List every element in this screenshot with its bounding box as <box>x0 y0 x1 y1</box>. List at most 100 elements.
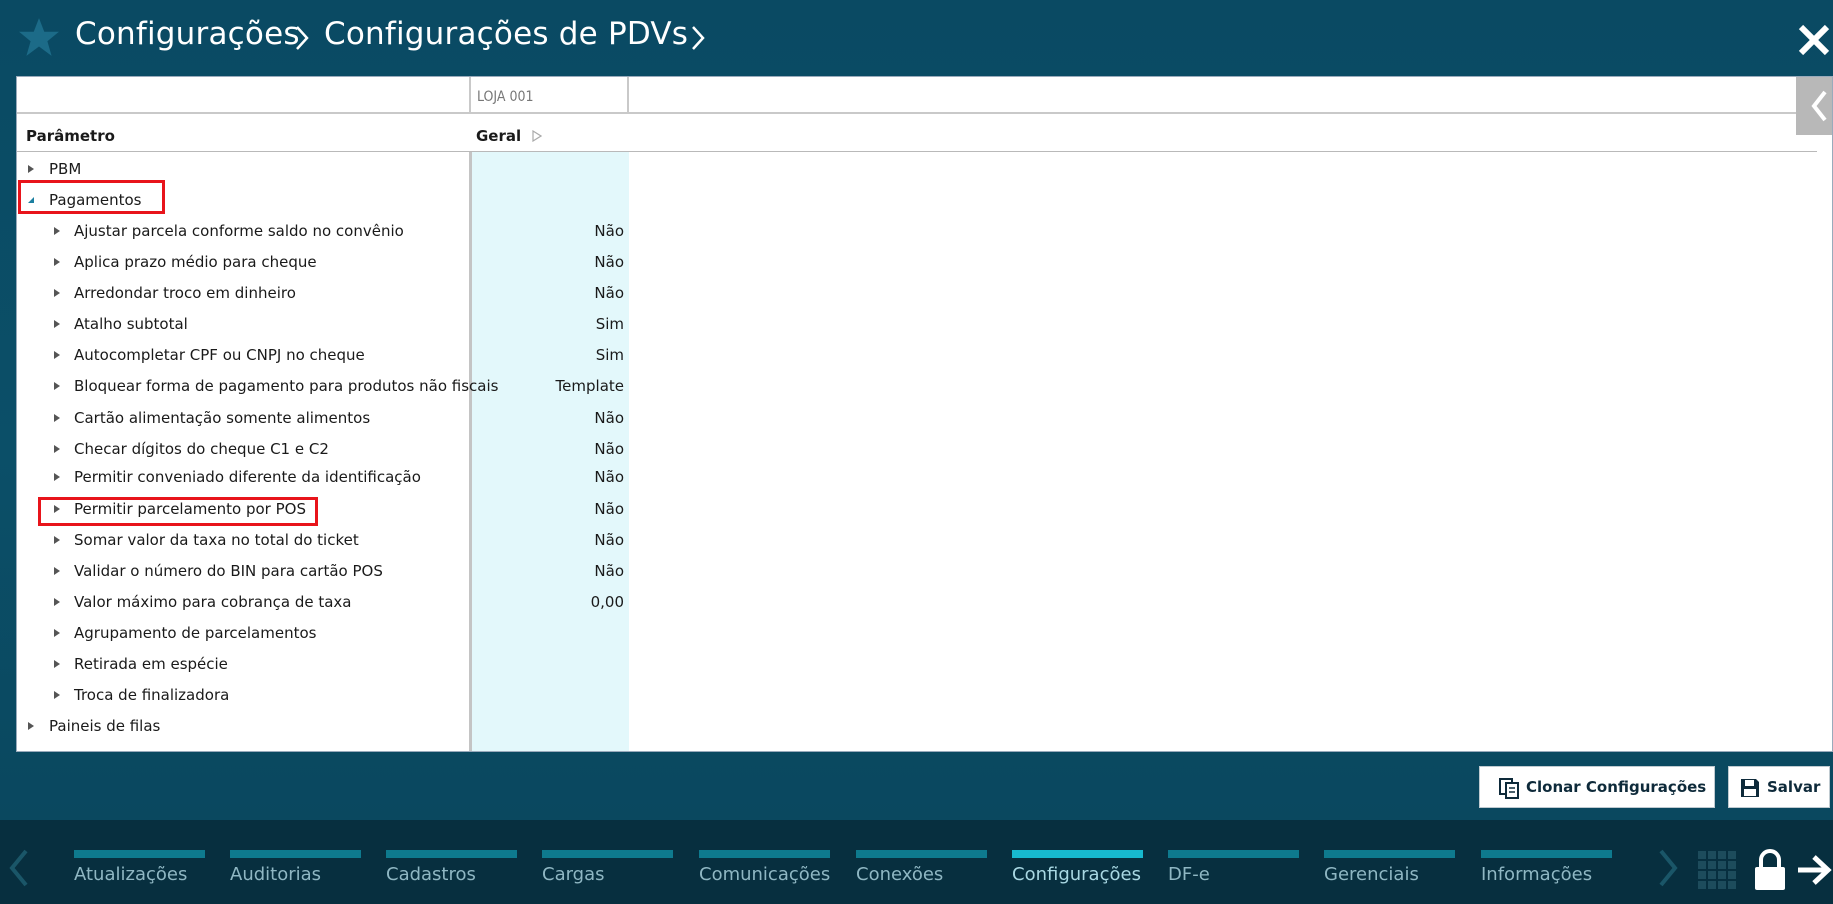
nav-bar <box>542 850 673 858</box>
nav-label: Comunicações <box>699 864 831 885</box>
clone-configurations-button[interactable]: Clonar Configurações <box>1479 766 1715 808</box>
nav-label: Conexões <box>856 864 944 885</box>
expand-arrow-icon[interactable] <box>53 319 61 329</box>
apps-grid-icon[interactable] <box>1697 850 1737 890</box>
tree-row[interactable]: Agrupamento de parcelamentos <box>17 620 629 646</box>
param-label: Checar dígitos do cheque C1 e C2 <box>74 440 329 458</box>
nav-item-cargas[interactable]: Cargas <box>542 828 673 888</box>
nav-item-dfe[interactable]: DF-e <box>1168 828 1299 888</box>
star-icon[interactable] <box>18 16 60 58</box>
nav-item-conexoes[interactable]: Conexões <box>856 828 987 888</box>
nav-next-icon[interactable] <box>1655 848 1681 888</box>
nav-item-configuracoes[interactable]: Configurações <box>1012 828 1143 888</box>
param-label: Somar valor da taxa no total do ticket <box>74 531 359 549</box>
param-value[interactable]: Não <box>594 500 624 518</box>
param-value[interactable]: Template <box>556 377 624 395</box>
param-value[interactable]: Não <box>594 440 624 458</box>
nav-item-gerenciais[interactable]: Gerenciais <box>1324 828 1455 888</box>
nav-bar <box>1168 850 1299 858</box>
param-value[interactable]: 0,00 <box>591 593 624 611</box>
param-value[interactable]: Não <box>594 531 624 549</box>
nav-label: Atualizações <box>74 864 188 885</box>
expand-arrow-icon[interactable] <box>53 659 61 669</box>
param-value[interactable]: Sim <box>596 315 624 333</box>
save-button-label: Salvar <box>1767 778 1821 796</box>
chevron-right-icon[interactable] <box>688 24 708 52</box>
expand-arrow-icon[interactable] <box>53 535 61 545</box>
page-title: Configurações de PDVs <box>324 16 689 52</box>
param-value[interactable]: Não <box>594 409 624 427</box>
nav-bar <box>1324 850 1455 858</box>
tree-group-label: PBM <box>49 160 82 178</box>
nav-item-atualizacoes[interactable]: Atualizações <box>74 828 205 888</box>
nav-item-comunicacoes[interactable]: Comunicações <box>699 828 830 888</box>
tree-row[interactable]: Permitir conveniado diferente da identif… <box>17 464 629 490</box>
nav-bar <box>74 850 205 858</box>
tree-row[interactable]: Validar o número do BIN para cartão POS … <box>17 558 629 584</box>
tree-row[interactable]: Checar dígitos do cheque C1 e C2 Não <box>17 436 629 462</box>
param-value[interactable]: Sim <box>596 346 624 364</box>
nav-label: Configurações <box>1012 864 1141 885</box>
tree-row[interactable]: Troca de finalizadora <box>17 682 629 708</box>
nav-bar-active <box>1012 850 1143 858</box>
breadcrumb-configuracoes[interactable]: Configurações <box>75 16 300 52</box>
param-label: Troca de finalizadora <box>74 686 230 704</box>
expand-arrow-icon[interactable] <box>53 381 61 391</box>
expand-arrow-icon[interactable] <box>53 350 61 360</box>
param-label: Aplica prazo médio para cheque <box>74 253 317 271</box>
config-grid: LOJA 001 Parâmetro Geral PBM Pagamentos … <box>16 76 1833 752</box>
param-value[interactable]: Não <box>594 222 624 240</box>
param-value[interactable]: Não <box>594 253 624 271</box>
param-label: Agrupamento de parcelamentos <box>74 624 317 642</box>
tree-group-paineis-de-filas[interactable]: Paineis de filas <box>17 713 629 739</box>
clone-button-label: Clonar Configurações <box>1526 778 1707 796</box>
tree-group-pbm[interactable]: PBM <box>17 156 629 182</box>
expand-arrow-icon[interactable] <box>53 566 61 576</box>
tree-row[interactable]: Cartão alimentação somente alimentos Não <box>17 405 629 431</box>
tree-row[interactable]: Aplica prazo médio para cheque Não <box>17 249 629 275</box>
param-value[interactable]: Não <box>594 468 624 486</box>
nav-bar <box>386 850 517 858</box>
expand-arrow-icon[interactable] <box>53 413 61 423</box>
expand-arrow-icon[interactable] <box>53 288 61 298</box>
chevron-right-icon <box>296 26 309 50</box>
param-value[interactable]: Não <box>594 284 624 302</box>
expand-arrow-icon[interactable] <box>27 164 35 174</box>
tree-row[interactable]: Valor máximo para cobrança de taxa 0,00 <box>17 589 629 615</box>
column-header-row: Parâmetro Geral <box>17 116 1817 152</box>
param-label: Valor máximo para cobrança de taxa <box>74 593 352 611</box>
column-header-geral[interactable]: Geral <box>476 127 521 145</box>
nav-item-informacoes[interactable]: Informações <box>1481 828 1612 888</box>
save-button[interactable]: Salvar <box>1728 766 1830 808</box>
caret-right-icon[interactable] <box>532 130 542 142</box>
nav-item-auditorias[interactable]: Auditorias <box>230 828 361 888</box>
nav-item-cadastros[interactable]: Cadastros <box>386 828 517 888</box>
tree-row[interactable]: Autocompletar CPF ou CNPJ no cheque Sim <box>17 342 629 368</box>
expand-arrow-icon[interactable] <box>53 597 61 607</box>
param-label: Arredondar troco em dinheiro <box>74 284 296 302</box>
expand-arrow-icon[interactable] <box>53 690 61 700</box>
nav-label: Auditorias <box>230 864 322 885</box>
tree-row[interactable]: Somar valor da taxa no total do ticket N… <box>17 527 629 553</box>
tree-row[interactable]: Retirada em espécie <box>17 651 629 677</box>
param-value[interactable]: Não <box>594 562 624 580</box>
expand-arrow-icon[interactable] <box>27 721 35 731</box>
param-label: Atalho subtotal <box>74 315 188 333</box>
expand-arrow-icon[interactable] <box>53 628 61 638</box>
column-header-parametro[interactable]: Parâmetro <box>26 127 115 145</box>
logout-arrow-icon[interactable] <box>1796 852 1833 888</box>
tree-row[interactable]: Bloquear forma de pagamento para produto… <box>17 373 629 399</box>
close-icon[interactable] <box>1796 22 1832 58</box>
tree-row[interactable]: Atalho subtotal Sim <box>17 311 629 337</box>
param-label: Retirada em espécie <box>74 655 228 673</box>
tree-row[interactable]: Ajustar parcela conforme saldo no convên… <box>17 218 629 244</box>
expand-arrow-icon[interactable] <box>53 257 61 267</box>
expand-arrow-icon[interactable] <box>53 226 61 236</box>
expand-arrow-icon[interactable] <box>53 472 61 482</box>
clone-icon <box>1499 778 1519 799</box>
nav-prev-icon[interactable] <box>6 848 32 888</box>
store-column-header[interactable]: LOJA 001 <box>469 77 629 114</box>
expand-arrow-icon[interactable] <box>53 444 61 454</box>
lock-icon[interactable] <box>1752 848 1788 892</box>
tree-row[interactable]: Arredondar troco em dinheiro Não <box>17 280 629 306</box>
